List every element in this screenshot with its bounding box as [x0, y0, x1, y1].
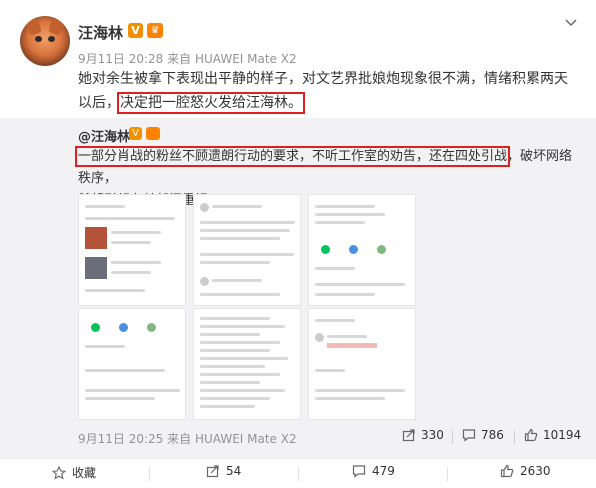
post-text-line2: 以后，决定把一腔怒火发给汪海林。: [78, 92, 305, 114]
image-thumbnail-6[interactable]: [308, 308, 416, 420]
like-button[interactable]: 2630: [500, 464, 551, 478]
post-device: HUAWEI Mate X2: [194, 52, 297, 66]
share-button[interactable]: 54: [206, 464, 241, 478]
verified-badge: V: [128, 23, 143, 38]
post-content: 她对余生被拿下表现出平静的样子，对文艺界批娘炮现象很不满，情绪积累两天 以后，决…: [78, 67, 578, 115]
comment-button[interactable]: 479: [352, 464, 395, 478]
repost-device: HUAWEI Mate X2: [194, 432, 297, 446]
image-thumbnail-1[interactable]: [78, 194, 186, 306]
comment-icon: [352, 465, 366, 478]
avatar[interactable]: [20, 16, 70, 66]
repost-card[interactable]: @汪海林 V 一部分肖战的粉丝不顾遗朗行动的要求，不听工作室的劝告，还在四处引战…: [0, 118, 596, 458]
repost-crown-icon: [146, 127, 160, 140]
star-icon: [52, 465, 66, 480]
image-thumbnail-4[interactable]: [78, 308, 186, 420]
chevron-down-icon[interactable]: [564, 16, 578, 30]
repost-username[interactable]: @汪海林: [78, 126, 130, 145]
repost-verified-badge: V: [129, 127, 142, 140]
like-icon: [500, 464, 514, 478]
repost-like-button[interactable]: 10194: [524, 428, 581, 442]
post-time[interactable]: 9月11日 20:28: [78, 52, 163, 66]
comment-icon: [462, 429, 476, 442]
share-icon: [402, 429, 415, 442]
repost-time[interactable]: 9月11日 20:25: [78, 432, 163, 446]
image-thumbnail-2[interactable]: [193, 194, 301, 306]
repost-share-button[interactable]: 330: [402, 428, 444, 442]
favorite-button[interactable]: 收藏: [52, 464, 96, 481]
repost-meta: 9月11日 20:25 来自 HUAWEI Mate X2: [78, 432, 297, 446]
image-thumbnail-3[interactable]: [308, 194, 416, 306]
repost-highlight: 一部分肖战的粉丝不顾遗朗行动的要求，不听工作室的劝告，还在四处引战: [74, 146, 511, 167]
image-thumbnail-5[interactable]: [193, 308, 301, 420]
post-text-line1: 她对余生被拿下表现出平静的样子，对文艺界批娘炮现象很不满，情绪积累两天: [78, 71, 568, 87]
like-icon: [524, 428, 538, 442]
highlight-box: 决定把一腔怒火发给汪海林。: [117, 92, 305, 114]
action-bar: 收藏 54 479 2630: [0, 458, 596, 488]
share-icon: [206, 465, 219, 478]
post-meta: 9月11日 20:28 来自 HUAWEI Mate X2: [78, 50, 297, 67]
post-username[interactable]: 汪海林: [78, 22, 123, 43]
member-crown-icon: ♛: [147, 23, 163, 38]
repost-comment-button[interactable]: 786: [462, 428, 504, 442]
post-source-prefix: 来自: [167, 52, 192, 66]
